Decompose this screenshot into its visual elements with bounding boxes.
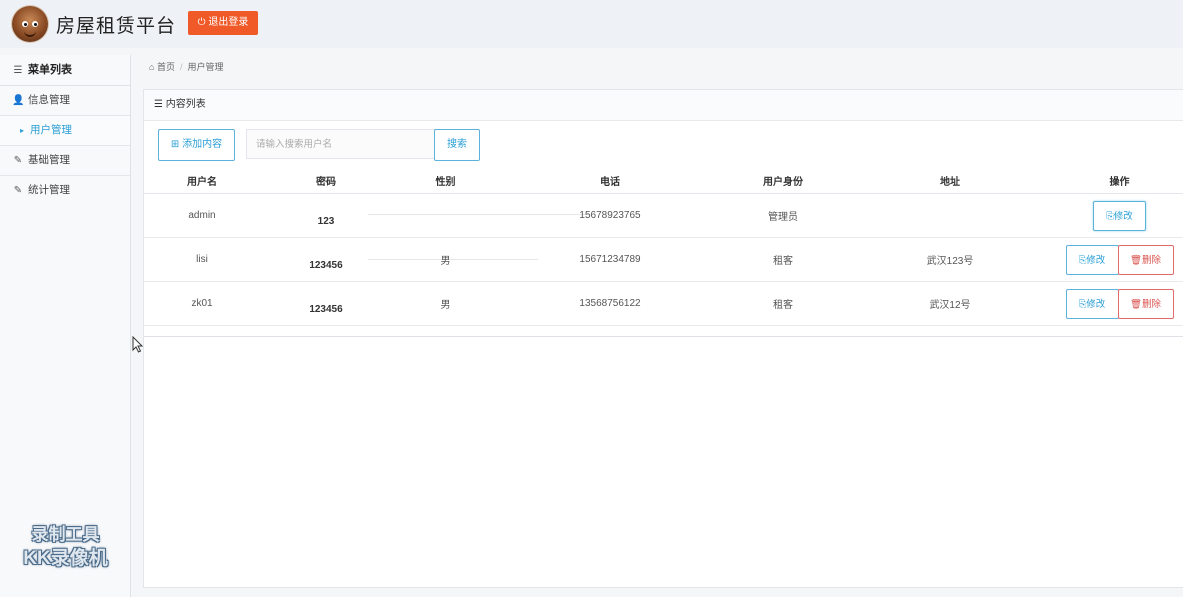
add-content-button[interactable]: ⊞ 添加内容 [158, 129, 235, 161]
breadcrumb-home[interactable]: 首页 [157, 62, 175, 72]
cell-phone: 15678923765 [499, 193, 721, 238]
cell-password: 123456 [260, 237, 538, 282]
panel-divider [144, 336, 1183, 337]
cell-address: 武汉12号 [845, 281, 1055, 326]
sidebar-item-label: 基础管理 [28, 154, 70, 166]
table-row: admin 123 15678923765 管理员 ⎘修改 [144, 193, 1183, 238]
caret-right-icon: ▸ [19, 126, 24, 135]
cell-phone: 13568756122 [499, 281, 721, 326]
cell-role: 租客 [721, 237, 845, 282]
password-value: 123456 [309, 304, 343, 315]
logout-label: 退出登录 [208, 17, 249, 28]
panel-header: ☰ 内容列表 [144, 90, 1183, 121]
plus-square-icon: ⊞ [170, 139, 180, 150]
edit-icon: ✎ [13, 185, 23, 196]
home-icon: ⌂ [149, 62, 155, 72]
search-button[interactable]: 搜索 [434, 129, 480, 161]
sidebar-item-basic[interactable]: ✎ 基础管理 [0, 146, 130, 176]
cell-address [845, 193, 1055, 238]
delete-button[interactable]: 🗑删除 [1117, 244, 1174, 275]
column-header: 操作 [1055, 167, 1183, 194]
recorder-watermark: 录制工具 KK录像机 [8, 523, 123, 571]
cell-actions: ⎘修改 🗑删除 [1055, 281, 1183, 326]
edit-icon: ✎ [13, 155, 23, 166]
logout-button[interactable]: ⏻ 退出登录 [188, 11, 258, 35]
table-row: lisi 123456 男 15671234789 租客 武汉123号 ⎘修改 🗑… [144, 237, 1183, 282]
edit-icon: ⎘ [1106, 210, 1114, 222]
column-header: 性别 [392, 167, 499, 194]
table-header-row: 用户名 密码 性别 电话 用户身份 地址 操作 [144, 167, 1183, 194]
edit-button[interactable]: ⎘修改 [1093, 200, 1146, 231]
column-header: 用户名 [144, 167, 260, 194]
trash-icon: 🗑 [1129, 298, 1143, 310]
sidebar-item-label: 用户管理 [30, 124, 72, 136]
cell-password: 123456 [260, 281, 392, 326]
sidebar: ☰ 菜单列表 👤 信息管理 ▸ 用户管理 ✎ 基础管理 ✎ 统计管理 录制工具 KK录像机 [0, 55, 131, 597]
column-header: 用户身份 [721, 167, 845, 194]
app-title: 房屋租赁平台 [56, 16, 177, 37]
cell-phone: 15671234789 [499, 237, 721, 282]
column-header: 密码 [260, 167, 392, 194]
sidebar-item-stats[interactable]: ✎ 统计管理 [0, 176, 130, 205]
list-icon: ☰ [154, 99, 163, 110]
password-value: 123456 [309, 260, 343, 271]
edit-button[interactable]: ⎘修改 [1065, 244, 1119, 275]
trash-icon: 🗑 [1129, 254, 1143, 266]
user-icon: 👤 [12, 95, 25, 106]
users-table: 用户名 密码 性别 电话 用户身份 地址 操作 admin 123 156789… [144, 167, 1183, 326]
sidebar-title: ☰ 菜单列表 [0, 55, 130, 86]
password-value: 123 [317, 216, 335, 227]
sidebar-title-label: 菜单列表 [28, 64, 72, 76]
breadcrumb-current: 用户管理 [187, 62, 224, 72]
column-header: 电话 [499, 167, 721, 194]
power-icon: ⏻ [197, 17, 206, 28]
sidebar-item-label: 统计管理 [28, 184, 70, 196]
delete-label: 删除 [1142, 254, 1162, 266]
cell-address: 武汉123号 [845, 237, 1055, 282]
mouse-cursor-icon [132, 336, 144, 353]
watermark-line1: 录制工具 [31, 525, 100, 544]
cell-gender: 男 [392, 237, 499, 282]
panel-title: 内容列表 [165, 99, 206, 110]
column-header: 地址 [845, 167, 1055, 194]
table-row: zk01 123456 男 13568756122 租客 武汉12号 ⎘修改 🗑删… [144, 281, 1183, 326]
cell-username: admin [144, 193, 260, 238]
content-panel: ☰ 内容列表 ⊞ 添加内容 搜索 用户名 密码 性别 电话 用户身份 地址 操作… [143, 89, 1183, 588]
cell-role: 管理员 [721, 193, 845, 238]
delete-label: 删除 [1142, 298, 1162, 310]
search-input[interactable] [246, 129, 441, 159]
cell-actions: ⎘修改 [1055, 193, 1183, 238]
cell-gender [392, 193, 499, 238]
top-header: 房屋租赁平台 ⏻ 退出登录 [0, 0, 1183, 48]
cell-username: lisi [144, 237, 260, 282]
edit-label: 修改 [1086, 298, 1106, 310]
breadcrumb: ⌂ 首页 / 用户管理 [149, 60, 224, 73]
delete-button[interactable]: 🗑删除 [1117, 288, 1174, 319]
edit-button[interactable]: ⎘修改 [1065, 288, 1119, 319]
breadcrumb-separator: / [179, 62, 183, 72]
cell-username: zk01 [144, 281, 260, 326]
cell-password: 123 [260, 193, 588, 238]
sidebar-item-info[interactable]: 👤 信息管理 [0, 86, 130, 116]
avatar [12, 6, 48, 42]
cell-actions: ⎘修改 🗑删除 [1055, 237, 1183, 282]
sidebar-item-users[interactable]: ▸ 用户管理 [0, 116, 130, 146]
list-icon: ☰ [13, 65, 23, 76]
edit-label: 修改 [1113, 210, 1133, 222]
cell-gender: 男 [392, 281, 499, 326]
edit-label: 修改 [1086, 254, 1106, 266]
watermark-line2: KK录像机 [23, 548, 108, 569]
cell-role: 租客 [721, 281, 845, 326]
add-content-label: 添加内容 [182, 139, 223, 150]
sidebar-item-label: 信息管理 [28, 94, 70, 106]
